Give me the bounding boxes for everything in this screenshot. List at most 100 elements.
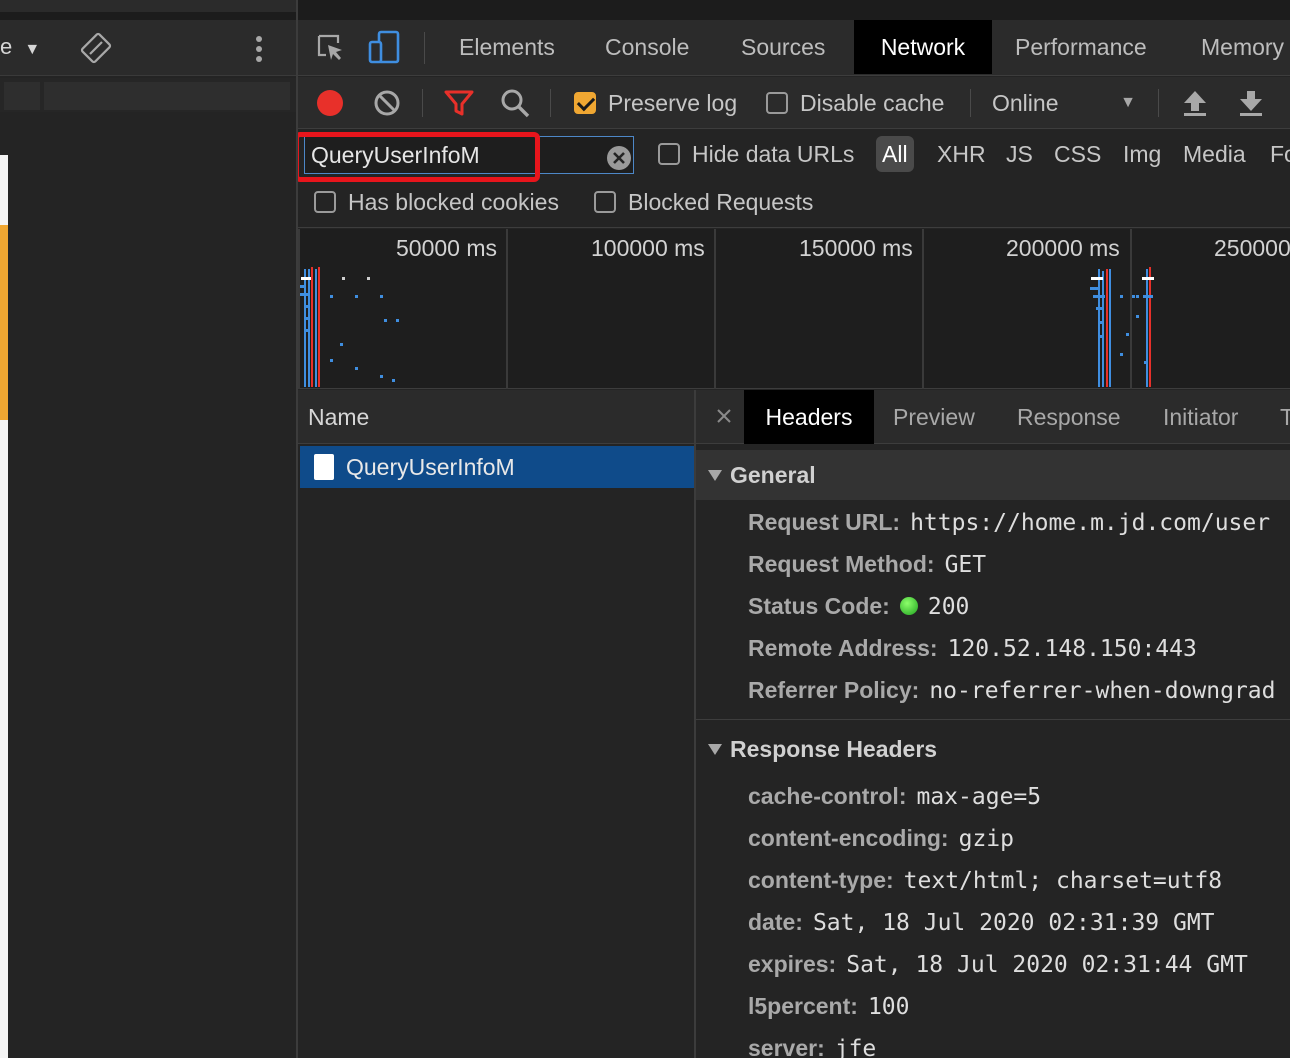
has-blocked-cookies-checkbox[interactable]: Has blocked cookies bbox=[314, 184, 559, 220]
page-viewport bbox=[0, 155, 8, 1058]
import-har-icon[interactable] bbox=[1182, 89, 1208, 117]
filter-type-img[interactable]: Img bbox=[1123, 136, 1161, 172]
device-dropdown[interactable]: e ▼ bbox=[0, 34, 40, 60]
triangle-down-icon bbox=[708, 744, 722, 755]
request-name: QueryUserInfoM bbox=[346, 454, 515, 480]
clear-filter-icon[interactable] bbox=[607, 146, 631, 170]
details-tabbar: Headers Preview Response Initiator T bbox=[696, 390, 1290, 444]
header-value: 200 bbox=[927, 594, 970, 620]
toolbar-separator bbox=[424, 32, 425, 64]
filter-type-all[interactable]: All bbox=[876, 136, 914, 172]
header-key: Referrer Policy: bbox=[748, 677, 920, 703]
tab-headers[interactable]: Headers bbox=[744, 390, 874, 444]
toolbar-separator bbox=[422, 89, 423, 117]
filter-type-css[interactable]: CSS bbox=[1054, 136, 1101, 172]
filter-bar: Hide data URLs All XHR JS CSS Img Media … bbox=[298, 130, 1290, 228]
status-ok-icon bbox=[899, 596, 918, 615]
preserve-log-check[interactable] bbox=[574, 91, 596, 114]
header-key: Request Method: bbox=[748, 551, 935, 577]
filter-highlight-annotation bbox=[298, 132, 540, 182]
close-icon[interactable] bbox=[714, 406, 734, 426]
caret-down-icon: ▼ bbox=[1120, 94, 1136, 111]
tab-network[interactable]: Network bbox=[854, 20, 992, 74]
network-toolbar: Preserve log Disable cache Online ▼ bbox=[298, 77, 1290, 129]
header-key: cache-control: bbox=[748, 783, 907, 809]
device-toolbar: e ▼ bbox=[0, 20, 296, 76]
referrer-policy-row: Referrer Policy: no-referrer-when-downgra… bbox=[748, 669, 1276, 711]
tab-elements[interactable]: Elements bbox=[459, 20, 555, 74]
header-key: Status Code: bbox=[748, 593, 890, 619]
hide-data-urls-checkbox[interactable]: Hide data URLs bbox=[658, 136, 854, 172]
header-key: expires: bbox=[748, 951, 837, 977]
name-column-header[interactable]: Name bbox=[298, 390, 696, 444]
tab-performance[interactable]: Performance bbox=[1015, 20, 1147, 74]
blocked-requests-checkbox[interactable]: Blocked Requests bbox=[594, 184, 813, 220]
response-header-row: cache-control: max-age=5 bbox=[748, 775, 1041, 817]
header-value: Sat, 18 Jul 2020 02:31:39 GMT bbox=[812, 910, 1215, 936]
throttling-value: Online bbox=[992, 90, 1059, 116]
tab-memory[interactable]: Memory bbox=[1201, 20, 1284, 74]
header-key: l5percent: bbox=[748, 993, 858, 1019]
request-details: Headers Preview Response Initiator T Gen… bbox=[696, 390, 1290, 1058]
filter-type-js[interactable]: JS bbox=[1006, 136, 1033, 172]
header-value: jfe bbox=[834, 1036, 877, 1058]
header-value: GET bbox=[944, 552, 987, 578]
header-value: gzip bbox=[958, 826, 1014, 852]
response-header-row: content-encoding: gzip bbox=[748, 817, 1014, 859]
device-toolbar-icon[interactable] bbox=[368, 30, 400, 64]
record-icon[interactable] bbox=[316, 89, 344, 117]
disable-cache-checkbox[interactable]: Disable cache bbox=[766, 77, 944, 129]
hide-data-urls-check[interactable] bbox=[658, 142, 680, 165]
has-blocked-cookies-check[interactable] bbox=[314, 190, 336, 213]
filter-type-media[interactable]: Media bbox=[1183, 136, 1246, 172]
disable-cache-check[interactable] bbox=[766, 91, 788, 114]
tab-timing[interactable]: T bbox=[1280, 390, 1290, 444]
response-header-row: expires: Sat, 18 Jul 2020 02:31:44 GMT bbox=[748, 943, 1248, 985]
preserve-log-checkbox[interactable]: Preserve log bbox=[574, 77, 737, 129]
toolbar-separator bbox=[550, 89, 551, 117]
header-key: Remote Address: bbox=[748, 635, 938, 661]
header-key: content-encoding: bbox=[748, 825, 949, 851]
export-har-icon[interactable] bbox=[1238, 89, 1264, 117]
tab-preview[interactable]: Preview bbox=[893, 390, 975, 444]
window-top-strip bbox=[0, 0, 830, 20]
toolbar-separator bbox=[970, 89, 971, 117]
inspect-element-icon[interactable] bbox=[316, 33, 346, 63]
device-pane: e ▼ bbox=[0, 0, 830, 1058]
filter-icon[interactable] bbox=[444, 89, 474, 117]
rotate-icon[interactable] bbox=[80, 32, 112, 64]
disable-cache-label: Disable cache bbox=[800, 90, 945, 116]
header-key: server: bbox=[748, 1035, 825, 1058]
header-value: Sat, 18 Jul 2020 02:31:44 GMT bbox=[846, 952, 1248, 978]
filter-type-xhr[interactable]: XHR bbox=[937, 136, 986, 172]
header-value: no-referrer-when-downgrad bbox=[929, 678, 1276, 704]
header-value: 120.52.148.150:443 bbox=[947, 636, 1197, 662]
request-method-row: Request Method: GET bbox=[748, 543, 986, 585]
network-overview[interactable]: 50000 ms 100000 ms 150000 ms 200000 ms 2… bbox=[298, 229, 1290, 389]
header-value: https://home.m.jd.com/user bbox=[910, 510, 1271, 536]
tab-response[interactable]: Response bbox=[1017, 390, 1121, 444]
response-headers-section-header[interactable]: Response Headers bbox=[696, 724, 1290, 774]
blocked-requests-label: Blocked Requests bbox=[628, 189, 814, 215]
tab-initiator[interactable]: Initiator bbox=[1163, 390, 1238, 444]
header-key: content-type: bbox=[748, 867, 894, 893]
tab-console[interactable]: Console bbox=[605, 20, 689, 74]
more-options-icon[interactable] bbox=[250, 34, 268, 64]
preserve-log-label: Preserve log bbox=[608, 90, 738, 116]
header-value: text/html; charset=utf8 bbox=[903, 868, 1223, 894]
table-row[interactable]: QueryUserInfoM bbox=[300, 446, 694, 488]
clear-log-icon[interactable] bbox=[373, 89, 401, 117]
tab-sources[interactable]: Sources bbox=[741, 20, 825, 74]
main-tabbar: Elements Console Sources Network Perform… bbox=[298, 20, 1290, 76]
search-icon[interactable] bbox=[500, 88, 530, 118]
header-value: 100 bbox=[867, 994, 910, 1020]
filter-type-font[interactable]: Fo bbox=[1270, 136, 1290, 172]
caret-down-icon: ▼ bbox=[24, 41, 41, 58]
throttling-select[interactable]: Online ▼ bbox=[992, 77, 1142, 129]
response-header-row: server: jfe bbox=[748, 1027, 876, 1058]
response-header-row: l5percent: 100 bbox=[748, 985, 909, 1027]
status-code-row: Status Code: 200 bbox=[748, 585, 969, 627]
device-ruler bbox=[0, 78, 296, 112]
blocked-requests-check[interactable] bbox=[594, 190, 616, 213]
general-section-header[interactable]: General bbox=[696, 450, 1290, 500]
